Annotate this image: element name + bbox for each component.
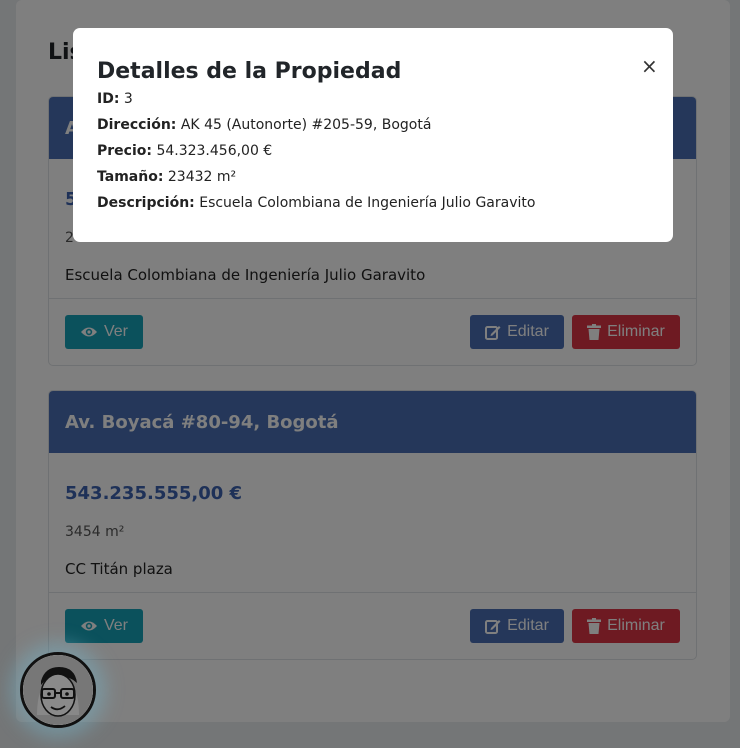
detail-label: Tamaño:	[97, 169, 164, 185]
detail-id: ID: 3	[97, 86, 649, 112]
close-icon[interactable]: ×	[641, 56, 658, 76]
avatar[interactable]	[20, 652, 96, 728]
detail-size: Tamaño: 23432 m²	[97, 164, 649, 190]
detail-value: 23432 m²	[167, 169, 237, 185]
detail-value: 3	[123, 91, 133, 107]
detail-label: Descripción:	[97, 195, 195, 211]
detail-value: 54.323.456,00 €	[156, 143, 273, 159]
detail-value: Escuela Colombiana de Ingeniería Julio G…	[199, 195, 536, 211]
detail-label: ID:	[97, 91, 120, 107]
detail-label: Dirección:	[97, 117, 177, 133]
modal-title: Detalles de la Propiedad	[97, 59, 402, 84]
detail-value: AK 45 (Autonorte) #205-59, Bogotá	[180, 117, 432, 133]
cartoon-face-icon	[23, 655, 93, 725]
detail-price: Precio: 54.323.456,00 €	[97, 138, 649, 164]
detail-description: Descripción: Escuela Colombiana de Ingen…	[97, 190, 649, 216]
detail-label: Precio:	[97, 143, 152, 159]
property-details-modal: Detalles de la Propiedad × ID: 3 Direcci…	[73, 28, 673, 242]
detail-address: Dirección: AK 45 (Autonorte) #205-59, Bo…	[97, 112, 649, 138]
